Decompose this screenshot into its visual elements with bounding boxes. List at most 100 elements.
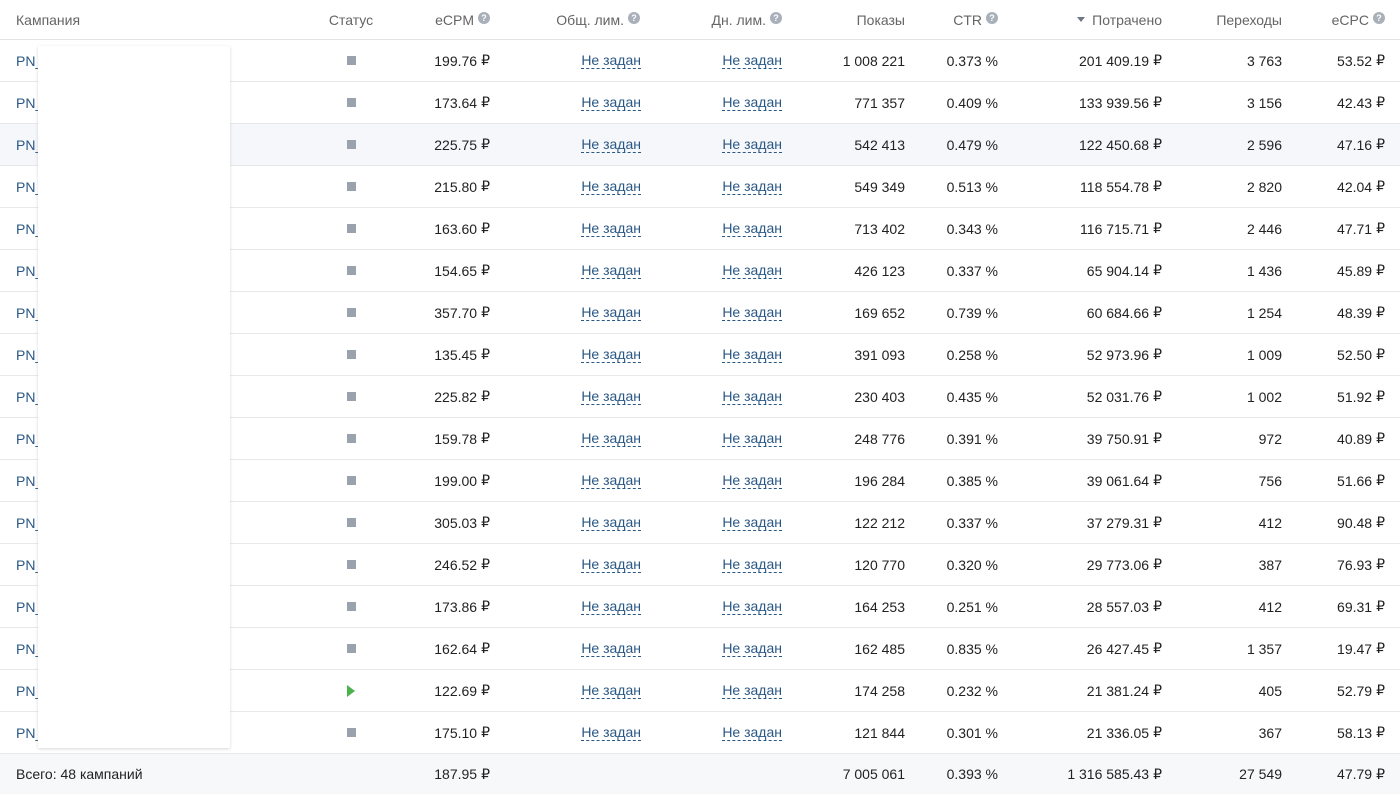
impressions-cell: 549 349 [854,178,905,195]
total-limit-link[interactable]: Не задан [581,388,641,405]
daily-limit-link[interactable]: Не задан [722,430,782,447]
status-stopped-icon[interactable] [346,644,356,653]
column-header-spent-label: Потрачено [1092,11,1162,28]
ctr-cell: 0.337 % [946,262,998,279]
status-stopped-icon[interactable] [346,266,356,275]
total-limit-link[interactable]: Не задан [581,346,641,363]
status-stopped-icon[interactable] [346,350,356,359]
daily-limit-link[interactable]: Не задан [722,262,782,279]
daily-limit-link[interactable]: Не задан [722,346,782,363]
status-stopped-icon[interactable] [346,308,356,317]
status-stopped-icon[interactable] [346,56,356,65]
spent-value: 37 279.31 [1086,514,1150,531]
status-stopped-icon[interactable] [346,224,356,233]
total-limit-link[interactable]: Не задан [581,262,641,279]
ctr-cell: 0.301 % [946,724,998,741]
column-header-total-limit-label: Общ. лим. [556,11,624,28]
column-header-ecpc[interactable]: eCPC ? [1290,0,1385,39]
ruble-sign: ₽ [481,682,490,698]
ecpm-cell: 246.52 ₽ [390,544,490,585]
column-header-impressions[interactable]: Показы [800,0,905,39]
ctr-cell: 0.251 % [946,598,998,615]
ecpm-value: 122.69 [434,682,478,699]
help-icon[interactable]: ? [986,11,998,24]
total-limit-link[interactable]: Не задан [581,94,641,111]
total-limit-link[interactable]: Не задан [581,640,641,657]
total-limit-link[interactable]: Не задан [581,430,641,447]
ctr-cell: 0.385 % [946,472,998,489]
status-stopped-icon[interactable] [346,182,356,191]
daily-limit-link[interactable]: Не задан [722,178,782,195]
total-limit-link[interactable]: Не задан [581,682,641,699]
status-stopped-icon[interactable] [346,392,356,401]
ruble-sign: ₽ [1376,178,1385,194]
daily-limit-cell: Не задан [660,40,782,81]
total-limit-link[interactable]: Не задан [581,724,641,741]
total-limit-cell: Не задан [520,712,641,753]
ctr-cell: 0.739 % [946,304,998,321]
daily-limit-link[interactable]: Не задан [722,220,782,237]
help-icon[interactable]: ? [628,11,640,24]
status-stopped-icon[interactable] [346,140,356,149]
status-stopped-icon[interactable] [346,560,356,569]
status-stopped-icon[interactable] [346,728,356,737]
total-limit-link[interactable]: Не задан [581,304,641,321]
ecpm-cell: 225.75 ₽ [390,124,490,165]
daily-limit-link[interactable]: Не задан [722,682,782,699]
column-header-ecpm[interactable]: eCPM ? [390,0,490,39]
status-stopped-icon[interactable] [346,434,356,443]
status-stopped-icon[interactable] [346,602,356,611]
daily-limit-link[interactable]: Не задан [722,472,782,489]
total-limit-link[interactable]: Не задан [581,52,641,69]
total-limit-cell: Не задан [520,208,641,249]
total-limit-link[interactable]: Не задан [581,514,641,531]
totals-ecpm: 187.95 ₽ [390,754,490,794]
help-icon[interactable]: ? [1373,11,1385,24]
column-header-campaign[interactable]: Кампания [16,0,80,39]
daily-limit-link[interactable]: Не задан [722,304,782,321]
daily-limit-cell: Не задан [660,418,782,459]
column-header-total-limit[interactable]: Общ. лим. ? [520,0,640,39]
impressions-cell: 230 403 [854,388,905,405]
status-stopped-icon[interactable] [346,518,356,527]
spent-value: 28 557.03 [1086,598,1150,615]
total-limit-link[interactable]: Не задан [581,136,641,153]
daily-limit-link[interactable]: Не задан [722,136,782,153]
daily-limit-link[interactable]: Не задан [722,52,782,69]
column-header-daily-limit[interactable]: Дн. лим. ? [660,0,782,39]
clicks-cell: 3 156 [1246,94,1282,111]
ecpc-value: 40.89 [1337,430,1373,447]
daily-limit-link[interactable]: Не задан [722,556,782,573]
ruble-sign: ₽ [1376,598,1385,614]
total-limit-cell: Не задан [520,292,641,333]
daily-limit-link[interactable]: Не задан [722,724,782,741]
status-stopped-icon[interactable] [346,476,356,485]
ctr-cell: 0.258 % [946,346,998,363]
help-icon[interactable]: ? [770,11,782,24]
daily-limit-link[interactable]: Не задан [722,388,782,405]
daily-limit-link[interactable]: Не задан [722,640,782,657]
total-limit-link[interactable]: Не задан [581,556,641,573]
column-header-ctr[interactable]: CTR ? [920,0,998,39]
ecpm-cell: 135.45 ₽ [390,334,490,375]
spent-cell: 116 715.71 ₽ [1010,208,1162,249]
impressions-cell: 1 008 221 [842,52,905,69]
column-header-clicks[interactable]: Переходы [1180,0,1282,39]
daily-limit-link[interactable]: Не задан [722,514,782,531]
total-limit-link[interactable]: Не задан [581,178,641,195]
daily-limit-link[interactable]: Не задан [722,598,782,615]
spent-value: 52 973.96 [1086,346,1150,363]
daily-limit-link[interactable]: Не задан [722,94,782,111]
ecpm-cell: 154.65 ₽ [390,250,490,291]
column-header-spent[interactable]: Потрачено [1010,0,1162,39]
help-icon[interactable]: ? [478,11,490,24]
total-limit-link[interactable]: Не задан [581,472,641,489]
status-stopped-icon[interactable] [346,98,356,107]
total-limit-cell: Не задан [520,628,641,669]
ruble-sign: ₽ [481,94,490,110]
status-active-icon[interactable] [347,684,355,697]
column-header-status[interactable]: Статус [320,0,382,39]
total-limit-link[interactable]: Не задан [581,220,641,237]
total-limit-link[interactable]: Не задан [581,598,641,615]
daily-limit-cell: Не задан [660,502,782,543]
